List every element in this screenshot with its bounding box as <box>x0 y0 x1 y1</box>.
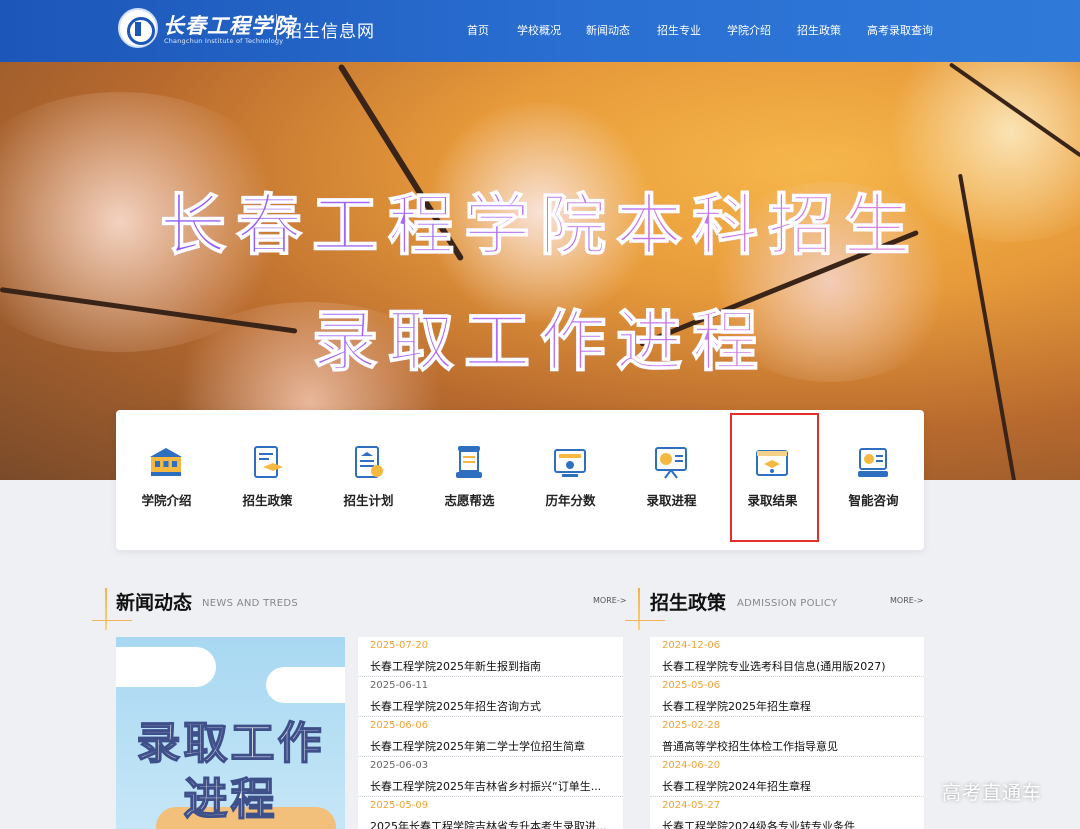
policy-item[interactable]: 2024-12-06 长春工程学院专业选考科目信息(通用版2027) <box>650 637 924 677</box>
nav-school-overview[interactable]: 学校概况 <box>517 22 561 38</box>
brand-divider <box>276 14 277 40</box>
policy-title[interactable]: 普通高等学校招生体检工作指导意见 <box>662 738 920 754</box>
news-date: 2025-06-06 <box>370 720 429 731</box>
consult-icon <box>858 448 888 477</box>
quick-link-label: 志愿帮选 <box>444 493 495 508</box>
quick-link-label: 招生政策 <box>242 493 293 508</box>
quick-link-progress[interactable]: 录取进程 <box>621 410 722 550</box>
quick-link-consult[interactable]: 智能咨询 <box>823 410 924 550</box>
policy-date: 2024-12-06 <box>662 640 721 651</box>
news-section-subtitle: NEWS AND TREDS <box>202 598 299 609</box>
promo-image[interactable]: 录取工作 进程 <box>116 637 345 829</box>
quick-link-label: 录取进程 <box>646 493 697 508</box>
quick-link-college-intro[interactable]: 学院介绍 <box>116 410 217 550</box>
policy-date: 2025-02-28 <box>662 720 721 731</box>
quick-link-policy[interactable]: 招生政策 <box>217 410 318 550</box>
nav-home[interactable]: 首页 <box>467 22 489 38</box>
news-item[interactable]: 2025-07-20 长春工程学院2025年新生报到指南 <box>358 637 623 677</box>
policy-title[interactable]: 长春工程学院2024级各专业转专业条件 <box>662 818 920 829</box>
news-section-title: 新闻动态 <box>116 592 193 614</box>
nav-admission-query[interactable]: 高考录取查询 <box>867 22 933 38</box>
section-decoration-line <box>92 620 132 621</box>
nav-colleges[interactable]: 学院介绍 <box>727 22 771 38</box>
policy-title[interactable]: 长春工程学院2024年招生章程 <box>662 778 920 794</box>
news-item[interactable]: 2025-06-03 长春工程学院2025年吉林省乡村振兴“订单生... <box>358 757 623 797</box>
brand-name-en: Changchun Institute of Technology <box>164 37 284 45</box>
news-date: 2025-05-09 <box>370 800 429 811</box>
building-icon <box>150 448 182 476</box>
presentation-icon <box>655 447 687 479</box>
promo-text-line1: 录取工作 <box>136 717 325 770</box>
site-header: 长春工程学院 Changchun Institute of Technology… <box>0 0 1080 62</box>
policy-date: 2024-06-20 <box>662 760 721 771</box>
policy-date: 2025-05-06 <box>662 680 721 691</box>
quick-link-label: 历年分数 <box>545 493 596 508</box>
news-title[interactable]: 2025年长春工程学院吉林省专升本考生录取进... <box>370 818 620 829</box>
policy-item[interactable]: 2024-06-20 长春工程学院2024年招生章程 <box>650 757 924 797</box>
news-title[interactable]: 长春工程学院2025年吉林省乡村振兴“订单生... <box>370 778 620 794</box>
banner-title-line1: 长春工程学院本科招生 <box>0 172 1080 268</box>
policy-title[interactable]: 长春工程学院2025年招生章程 <box>662 698 920 714</box>
news-title[interactable]: 长春工程学院2025年招生咨询方式 <box>370 698 620 714</box>
plan-icon <box>355 446 383 478</box>
news-title[interactable]: 长春工程学院2025年新生报到指南 <box>370 658 620 674</box>
score-board-icon <box>554 449 586 477</box>
highlight-box <box>730 413 819 542</box>
quick-link-plan[interactable]: 招生计划 <box>318 410 419 550</box>
news-item[interactable]: 2025-05-09 2025年长春工程学院吉林省专升本考生录取进... <box>358 797 623 829</box>
nav-policy[interactable]: 招生政策 <box>797 22 841 38</box>
document-icon <box>254 446 283 478</box>
policy-title[interactable]: 长春工程学院专业选考科目信息(通用版2027) <box>662 658 920 674</box>
policy-item[interactable]: 2025-05-06 长春工程学院2025年招生章程 <box>650 677 924 717</box>
quick-link-volunteer[interactable]: 志愿帮选 <box>419 410 520 550</box>
news-item[interactable]: 2025-06-11 长春工程学院2025年招生咨询方式 <box>358 677 623 717</box>
news-more-link[interactable]: MORE-> <box>593 596 626 605</box>
section-decoration <box>638 588 640 630</box>
news-item[interactable]: 2025-06-06 长春工程学院2025年第二学士学位招生简章 <box>358 717 623 757</box>
policy-list: 2024-12-06 长春工程学院专业选考科目信息(通用版2027) 2025-… <box>650 637 924 829</box>
nav-majors[interactable]: 招生专业 <box>657 22 701 38</box>
nav-news[interactable]: 新闻动态 <box>586 22 630 38</box>
section-decoration <box>105 588 107 630</box>
promo-text-line2: 进程 <box>183 773 278 826</box>
news-date: 2025-06-03 <box>370 760 429 771</box>
policy-item[interactable]: 2024-05-27 长春工程学院2024级各专业转专业条件 <box>650 797 924 829</box>
watermark-text: 高考直通车 <box>942 782 1043 804</box>
policy-item[interactable]: 2025-02-28 普通高等学校招生体检工作指导意见 <box>650 717 924 757</box>
policy-date: 2024-05-27 <box>662 800 721 811</box>
policy-section-title: 招生政策 <box>650 592 727 614</box>
news-date: 2025-06-11 <box>370 680 429 691</box>
banner-title-line2: 录取工作进程 <box>0 288 1080 384</box>
quick-link-label: 招生计划 <box>343 493 394 508</box>
section-decoration-line <box>625 620 665 621</box>
news-date: 2025-07-20 <box>370 640 429 651</box>
news-title[interactable]: 长春工程学院2025年第二学士学位招生简章 <box>370 738 620 754</box>
quick-link-label: 智能咨询 <box>848 493 899 508</box>
policy-more-link[interactable]: MORE-> <box>890 596 923 605</box>
school-logo-icon[interactable] <box>118 8 158 48</box>
quick-link-label: 学院介绍 <box>141 493 192 508</box>
site-name: 招生信息网 <box>285 22 375 42</box>
quick-link-scores[interactable]: 历年分数 <box>520 410 621 550</box>
news-list: 2025-07-20 长春工程学院2025年新生报到指南 2025-06-11 … <box>358 637 623 829</box>
scroll-icon <box>456 446 482 478</box>
policy-section-subtitle: ADMISSION POLICY <box>737 598 838 609</box>
